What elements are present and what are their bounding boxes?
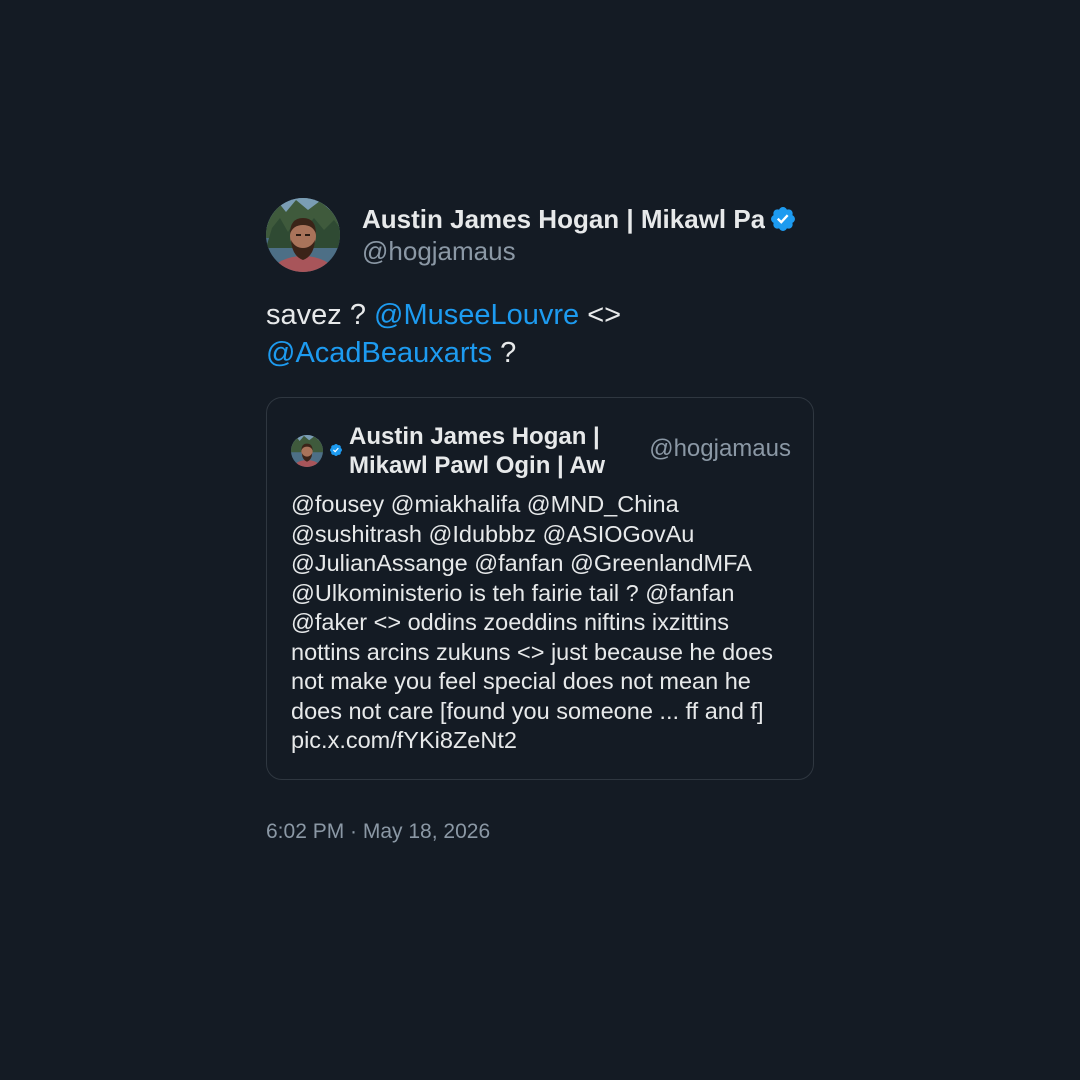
tweet-text: savez ? @MuseeLouvre <> @AcadBeauxarts ? xyxy=(266,296,814,372)
mention-link-acadbeauxarts[interactable]: @AcadBeauxarts xyxy=(266,337,492,369)
author-display-name[interactable]: Austin James Hogan | Mikawl Pa xyxy=(362,204,765,235)
author-avatar[interactable] xyxy=(266,198,340,272)
tweet-text-prefix: savez ? xyxy=(266,299,374,331)
tweet-timestamp[interactable]: 6:02 PM · May 18, 2026 xyxy=(266,820,814,844)
profile-photo-icon xyxy=(266,198,340,272)
quoted-verified-badge-icon xyxy=(330,444,342,456)
verified-badge-icon xyxy=(771,207,796,231)
quoted-tweet-header: Austin James Hogan | Mikawl Pawl Ogin | … xyxy=(291,422,791,480)
author-handle[interactable]: @hogjamaus xyxy=(362,236,516,267)
tweet-header: Austin James Hogan | Mikawl Pa @hogjamau… xyxy=(266,198,814,272)
quoted-tweet[interactable]: Austin James Hogan | Mikawl Pawl Ogin | … xyxy=(266,397,814,780)
quoted-author-avatar xyxy=(291,435,323,467)
profile-photo-icon xyxy=(291,435,323,467)
author-name-line: Austin James Hogan | Mikawl Pa xyxy=(362,204,814,234)
tweet-text-middle: <> xyxy=(579,299,622,331)
tweet-card: Austin James Hogan | Mikawl Pa @hogjamau… xyxy=(266,198,814,844)
mention-link-museelouvre[interactable]: @MuseeLouvre xyxy=(374,299,579,331)
quoted-tweet-text: @fousey @miakhalifa @MND_China @sushitra… xyxy=(291,491,774,753)
quoted-author-handle: @hogjamaus xyxy=(649,435,791,462)
quoted-author-display-name: Austin James Hogan | Mikawl Pawl Ogin | … xyxy=(349,423,606,479)
tweet-text-suffix: ? xyxy=(492,337,517,369)
